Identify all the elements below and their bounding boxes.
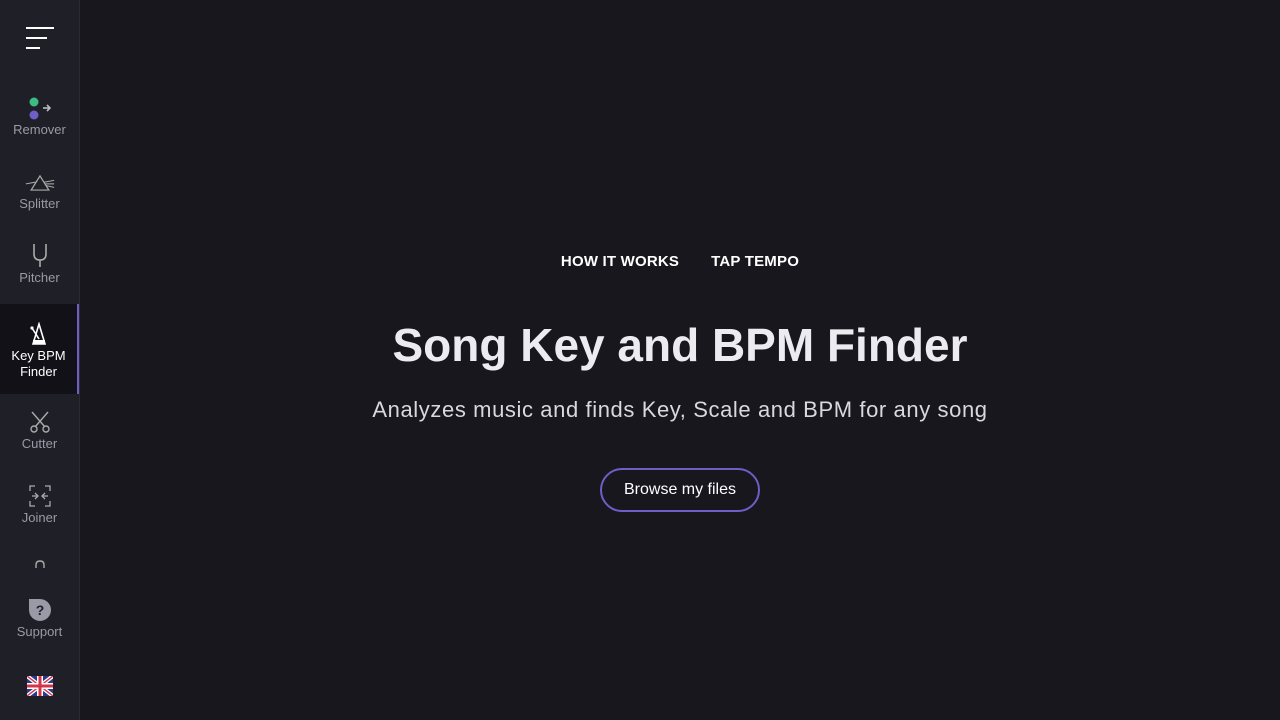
nav-label: Joiner [21,510,58,525]
metronome-icon [24,318,54,346]
tuning-fork-icon [25,240,55,268]
nav-item-splitter[interactable]: Splitter [0,166,79,224]
nav-label: Pitcher [19,270,60,285]
sidebar: Remover Splitter Pitcher Key BPM Finder … [0,0,80,720]
page-subtitle: Analyzes music and finds Key, Scale and … [372,397,988,422]
nav-label: Splitter [19,196,60,211]
nav-label: Remover [13,122,66,137]
language-selector[interactable] [0,674,79,701]
hamburger-menu-icon [24,25,56,56]
page-title: Song Key and BPM Finder [392,319,968,371]
nav-item-joiner[interactable]: Joiner [0,480,79,538]
help-icon: ? [25,596,55,622]
join-icon [25,480,55,508]
nav-item-cutter[interactable]: Cutter [0,406,79,464]
top-links: HOW IT WORKS TAP TEMPO [80,253,1280,270]
uk-flag-icon [25,674,54,701]
prism-icon [25,166,55,194]
nav-item-key-bpm-finder[interactable]: Key BPM Finder [0,304,79,394]
recorder-icon [25,552,55,568]
nav-label: Support [16,624,63,639]
nav-label: Cutter [21,436,58,451]
svg-text:?: ? [35,602,44,618]
tap-tempo-link[interactable]: TAP TEMPO [711,253,799,270]
nav-item-recorder[interactable] [0,552,79,568]
nav-item-remover[interactable]: Remover [0,92,79,150]
nav-item-support[interactable]: ? Support [0,596,79,646]
main-content: HOW IT WORKS TAP TEMPO Song Key and BPM … [80,0,1280,720]
scissors-icon [25,406,55,434]
nav-label: Key BPM Finder [11,348,66,379]
browse-files-button[interactable]: Browse my files [600,468,760,512]
remover-icon [25,92,55,120]
nav-item-pitcher[interactable]: Pitcher [0,240,79,298]
how-it-works-link[interactable]: HOW IT WORKS [561,253,679,270]
menu-button[interactable] [0,18,79,62]
